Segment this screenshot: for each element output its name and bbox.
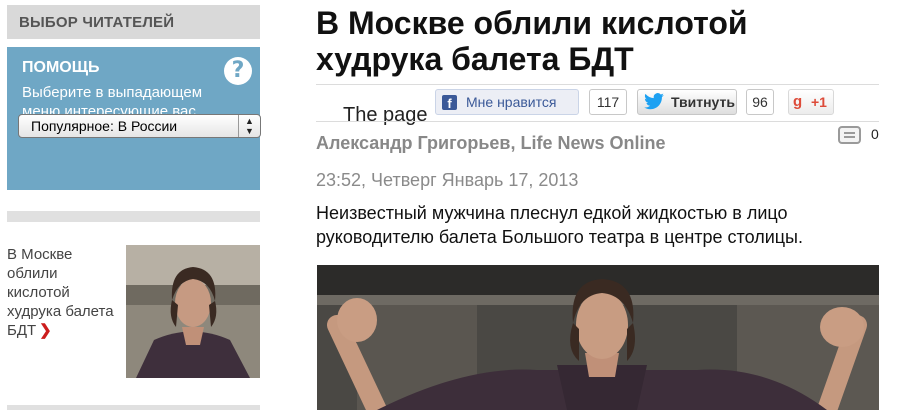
- select-arrows-icon[interactable]: ▲ ▼: [238, 115, 260, 137]
- select-value: Популярное: В России: [31, 118, 178, 134]
- plus-label: +1: [811, 94, 827, 110]
- article-title: В Москве облили кислотой худрука балета …: [316, 5, 748, 77]
- tweet-label: Твитнуть: [671, 94, 735, 110]
- chevron-right-icon[interactable]: ❯: [39, 322, 52, 339]
- tweet-button[interactable]: Твитнуть: [637, 89, 737, 115]
- article-byline: Александр Григорьев, Life News Online: [316, 133, 666, 153]
- twitter-bird-icon: [644, 93, 664, 110]
- related-article-card[interactable]: В Москве облили кислотой худрука балета …: [7, 245, 260, 380]
- question-icon[interactable]: ?: [224, 57, 252, 85]
- readers-choice-heading: ВЫБОР ЧИТАТЕЛЕЙ: [7, 5, 260, 39]
- divider: [316, 84, 879, 85]
- tweet-count: 96: [746, 89, 774, 115]
- related-article-link[interactable]: В Москве облили кислотой худрука балета …: [7, 245, 122, 340]
- comment-icon[interactable]: [838, 126, 861, 144]
- like-label: Мне нравится: [466, 94, 557, 110]
- like-count: 117: [589, 89, 627, 115]
- truncated-text: The page: [343, 104, 428, 126]
- article-photo: [317, 265, 879, 410]
- article-lead: Неизвестный мужчина плеснул едкой жидкос…: [316, 203, 803, 247]
- divider: [316, 121, 879, 122]
- related-article-thumbnail[interactable]: [126, 245, 260, 378]
- facebook-like-button[interactable]: f Мне нравится: [435, 89, 579, 115]
- google-plus-icon: g: [793, 93, 803, 110]
- help-title: ПОМОЩЬ: [22, 59, 100, 76]
- google-plus-button[interactable]: g +1: [788, 89, 834, 115]
- sidebar-divider: [7, 211, 260, 222]
- article-date: 23:52, Четверг Январь 17, 2013: [316, 170, 579, 190]
- related-article-title[interactable]: В Москве облили кислотой худрука балета …: [7, 246, 114, 339]
- comments-link[interactable]: 0: [838, 126, 879, 148]
- comment-count[interactable]: 0: [871, 126, 879, 142]
- sidebar-divider-bottom: [7, 405, 260, 410]
- news-section-select[interactable]: Популярное: В России ▲ ▼: [18, 114, 261, 138]
- facebook-icon: f: [442, 95, 457, 111]
